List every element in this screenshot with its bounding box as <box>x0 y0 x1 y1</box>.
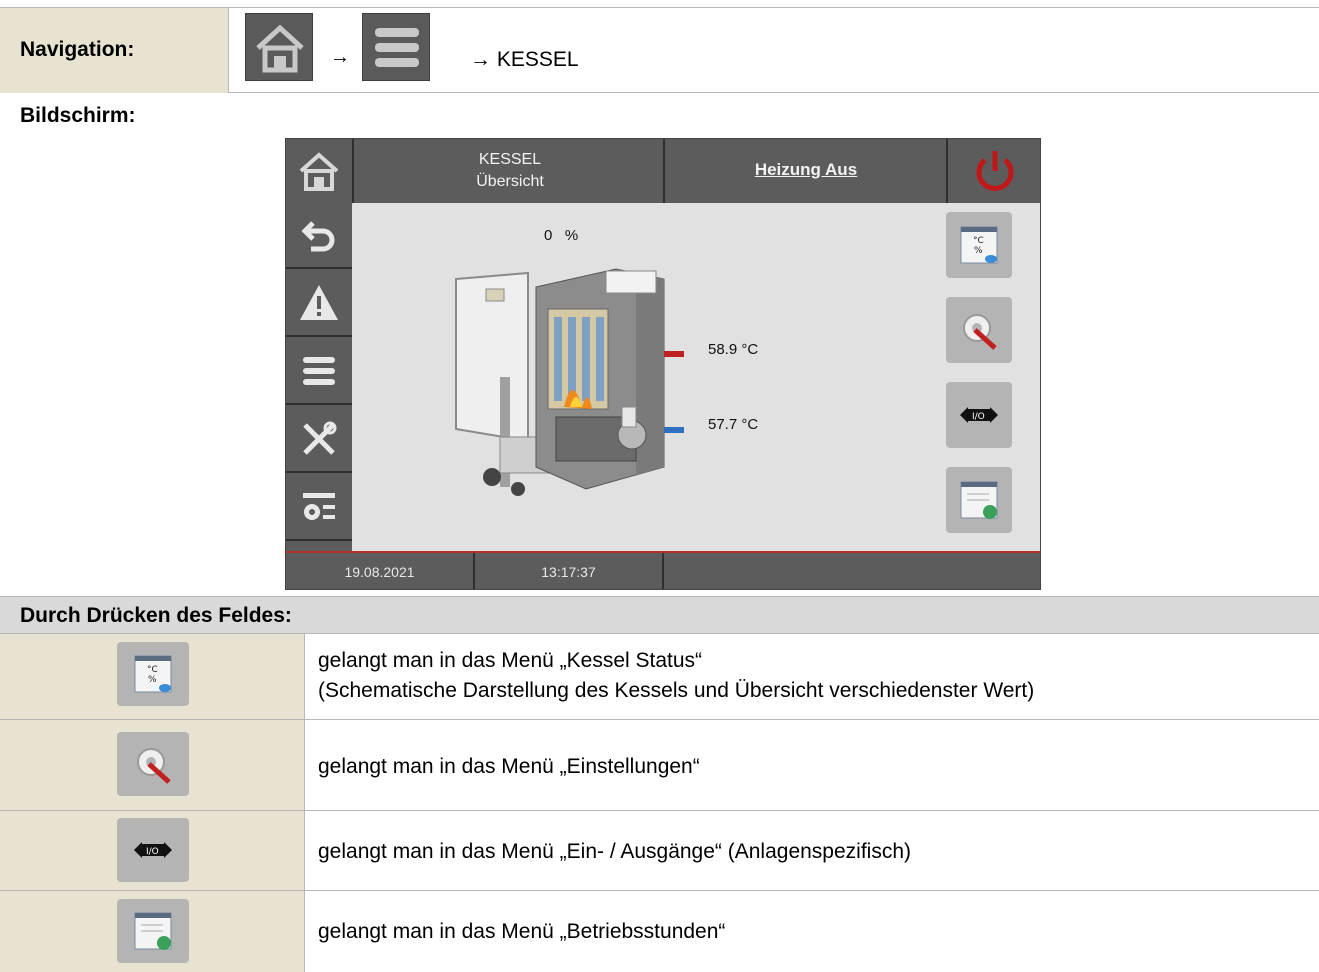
io-icon: I/O <box>960 407 998 423</box>
sidebar-tools-button[interactable] <box>286 407 352 473</box>
settings-icon <box>963 314 997 350</box>
press-section-header: Durch Drücken des Feldes: <box>0 596 1319 634</box>
status-view-icon: °C % <box>960 226 998 264</box>
settings-icon <box>137 748 171 784</box>
io-icon: I/O <box>134 842 172 858</box>
title-line2: Übersicht <box>476 173 544 190</box>
row-description: gelangt man in das Menü „Betriebsstunden… <box>318 920 726 943</box>
navigation-arrow: → <box>330 46 350 68</box>
warning-icon <box>300 285 338 320</box>
status-view-button[interactable]: °C % <box>946 212 1012 278</box>
menu-icon <box>303 357 335 385</box>
page-title: KESSEL Übersicht <box>356 149 664 193</box>
operating-hours-button[interactable] <box>117 899 189 963</box>
settings-button[interactable] <box>117 732 189 796</box>
status-view-button[interactable]: °C % <box>117 642 189 706</box>
home-icon <box>299 152 339 191</box>
sidebar-back-button[interactable] <box>286 203 352 269</box>
svg-text:I/O: I/O <box>146 847 159 857</box>
device-header: KESSEL Übersicht Heizung Aus <box>286 139 1040 203</box>
settings-button[interactable] <box>946 297 1012 363</box>
list-item: gelangt man in das Menü „Betriebsstunden… <box>0 891 1319 972</box>
menu-button[interactable] <box>362 13 430 81</box>
navigation-row: Navigation: → → KESSEL <box>0 7 1319 93</box>
list-item: °C % gelangt man in das Menü „Kessel Sta… <box>0 634 1319 720</box>
navigation-label-cell: Navigation: <box>0 8 229 93</box>
device-sidebar <box>286 203 352 551</box>
navigation-label: Navigation: <box>20 38 135 61</box>
return-temperature: 57.7 °C <box>708 416 759 433</box>
sidebar-settings-list-button[interactable] <box>286 475 352 541</box>
boiler-illustration <box>455 268 684 496</box>
footer-time: 13:17:37 <box>541 564 596 580</box>
home-button[interactable] <box>245 13 313 81</box>
io-button[interactable]: I/O <box>946 382 1012 448</box>
title-line1: KESSEL <box>478 151 542 168</box>
operating-hours-button[interactable] <box>946 467 1012 533</box>
svg-text:%: % <box>974 246 983 256</box>
operating-hours-icon <box>960 481 998 519</box>
home-icon <box>256 24 304 73</box>
flow-temperature: 58.9 °C <box>708 341 759 358</box>
operating-hours-icon <box>134 912 172 950</box>
svg-text:%: % <box>148 675 157 685</box>
press-section-label: Durch Drücken des Feldes: <box>20 604 292 627</box>
svg-text:°C: °C <box>147 665 158 675</box>
svg-text:I/O: I/O <box>972 412 985 422</box>
power-button[interactable] <box>948 139 1040 203</box>
header-home-button[interactable] <box>286 139 352 203</box>
io-button[interactable]: I/O <box>117 818 189 882</box>
tools-icon <box>303 421 337 455</box>
row-description: gelangt man in das Menü „Ein- / Ausgänge… <box>318 840 912 863</box>
settings-list-icon <box>303 493 335 520</box>
footer-date: 19.08.2021 <box>344 564 415 580</box>
row-description: gelangt man in das Menü „Kessel Status“ … <box>318 649 1035 702</box>
row-description: gelangt man in das Menü „Einstellungen“ <box>318 755 700 778</box>
list-item: gelangt man in das Menü „Einstellungen“ <box>0 720 1319 811</box>
status-view-icon: °C % <box>134 655 172 693</box>
screen-label: Bildschirm: <box>20 104 136 127</box>
back-icon <box>301 221 335 252</box>
heating-status-link[interactable]: Heizung Aus <box>666 160 946 180</box>
menu-icon <box>375 28 419 67</box>
device-footer: 19.08.2021 13:17:37 <box>286 551 1040 589</box>
sidebar-menu-button[interactable] <box>286 339 352 405</box>
sidebar-warning-button[interactable] <box>286 271 352 337</box>
device-screen: KESSEL Übersicht Heizung Aus 0 % 58.9 °C… <box>285 138 1041 590</box>
power-icon <box>976 151 1014 191</box>
list-item: I/O gelangt man in das Menü „Ein- / Ausg… <box>0 811 1319 891</box>
output-percent: 0 % <box>544 227 579 244</box>
navigation-target: → KESSEL <box>470 48 579 71</box>
svg-text:°C: °C <box>973 236 984 246</box>
